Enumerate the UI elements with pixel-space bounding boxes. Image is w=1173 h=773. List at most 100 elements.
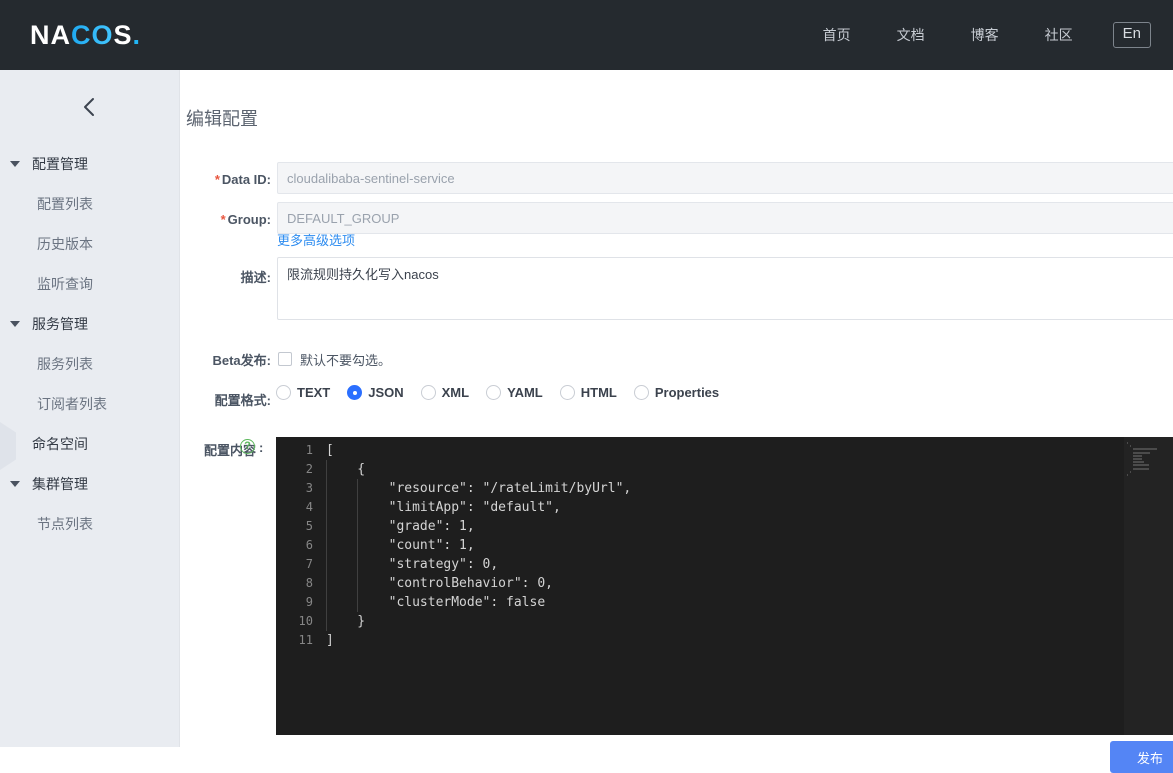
sidebar-group-label: 配置管理	[32, 156, 88, 172]
radio-label: YAML	[507, 385, 543, 400]
minimap-line	[1130, 445, 1131, 448]
radio-option-text[interactable]: TEXT	[276, 385, 330, 400]
logo-text-na: NA	[30, 19, 71, 50]
sidebar: 配置管理 配置列表 历史版本 监听查询 服务管理 服务列表 订阅者列表 命名空间…	[0, 70, 180, 747]
editor-line-number: 3	[305, 481, 313, 495]
editor-indent-guide	[357, 479, 359, 612]
data-id-input[interactable]	[277, 162, 1173, 194]
top-header: NA CO S. 首页 文档 博客 社区 En	[0, 0, 1173, 70]
nav-blog[interactable]: 博客	[971, 25, 999, 45]
radio-label: JSON	[368, 385, 404, 400]
beta-hint-text: 默认不要勾选。	[300, 353, 392, 368]
question-mark-icon[interactable]: ?	[240, 439, 255, 454]
radio-circle-icon	[559, 385, 575, 400]
minimap-line	[1127, 474, 1128, 476]
editor-line-text: "count": 1,	[326, 538, 475, 553]
editor-line-text: "controlBehavior": 0,	[326, 576, 553, 591]
logo-text-co: CO	[71, 19, 114, 50]
minimap-line	[1133, 461, 1144, 464]
sidebar-group-label: 服务管理	[32, 316, 88, 332]
data-id-label: * Data ID:	[214, 172, 271, 187]
editor-line-number: 11	[298, 633, 313, 647]
radio-label: Properties	[654, 385, 720, 400]
more-advanced-options-link[interactable]: 更多高级选项	[277, 230, 355, 249]
config-content-editor[interactable]: 1[2 {3 "resource": "/rateLimit/byUrl", 4 …	[276, 437, 1173, 735]
editor-line-text: "resource": "/rateLimit/byUrl",	[326, 481, 632, 496]
radio-circle-icon	[486, 385, 502, 400]
caret-down-icon	[10, 161, 20, 167]
config-content-colon: :	[259, 440, 264, 455]
sidebar-group-namespace[interactable]: 命名空间	[0, 424, 179, 464]
sidebar-group-label: 命名空间	[32, 436, 88, 452]
minimap-line	[1133, 448, 1158, 451]
minimap-line	[1133, 458, 1142, 460]
minimap-line	[1133, 451, 1151, 454]
minimap-line	[1130, 470, 1131, 473]
radio-option-html[interactable]: HTML	[559, 385, 617, 400]
sidebar-group-service-management[interactable]: 服务管理	[0, 304, 179, 344]
nav-community[interactable]: 社区	[1045, 25, 1073, 45]
editor-indent-guide	[326, 460, 327, 631]
radio-option-json[interactable]: JSON	[347, 385, 404, 400]
radio-label: XML	[441, 385, 470, 400]
language-toggle-button[interactable]: En	[1112, 22, 1151, 48]
sidebar-item-service-list[interactable]: 服务列表	[0, 344, 179, 384]
logo-dot: .	[132, 19, 142, 50]
editor-line-text: "strategy": 0,	[326, 557, 499, 572]
main-content: 编辑配置 *Data ID: *Group: 更多高级选项 描述: 限流规则持久…	[181, 70, 1173, 747]
nav-home[interactable]: 首页	[823, 25, 851, 45]
radio-option-xml[interactable]: XML	[420, 385, 470, 400]
sidebar-group-cluster-management[interactable]: 集群管理	[0, 464, 179, 504]
sidebar-item-listener-query[interactable]: 监听查询	[0, 264, 179, 304]
minimap-line	[1133, 467, 1149, 470]
radio-option-properties[interactable]: Properties	[633, 385, 720, 400]
sidebar-item-config-list[interactable]: 配置列表	[0, 184, 179, 224]
minimap-line	[1127, 442, 1128, 444]
editor-line-number: 6	[305, 538, 313, 552]
minimap-line	[1133, 464, 1150, 467]
caret-down-icon	[10, 481, 20, 487]
required-asterisk: *	[220, 212, 226, 227]
editor-line-text: }	[326, 614, 366, 629]
sidebar-item-subscriber-list[interactable]: 订阅者列表	[0, 384, 179, 424]
editor-line-number: 7	[305, 557, 313, 571]
required-asterisk: *	[214, 172, 220, 187]
sidebar-collapse-button[interactable]	[0, 70, 179, 144]
group-input[interactable]	[277, 202, 1173, 234]
caret-down-icon	[10, 321, 20, 327]
sidebar-group-label: 集群管理	[32, 476, 88, 492]
editor-line-text: "clusterMode": false	[326, 595, 546, 610]
radio-label: HTML	[580, 385, 617, 400]
editor-line-number: 2	[305, 462, 313, 476]
radio-label: TEXT	[297, 385, 331, 400]
editor-line-number: 10	[298, 614, 313, 628]
description-textarea[interactable]: 限流规则持久化写入nacos	[277, 257, 1173, 320]
editor-line-text: [	[326, 443, 334, 458]
publish-button[interactable]: 发布	[1110, 741, 1173, 773]
sidebar-group-config-management[interactable]: 配置管理	[0, 144, 179, 184]
radio-circle-icon	[420, 385, 436, 400]
header-nav: 首页 文档 博客 社区 En	[800, 22, 1173, 48]
editor-minimap[interactable]	[1124, 437, 1173, 735]
radio-circle-icon	[347, 385, 363, 400]
nav-docs[interactable]: 文档	[897, 25, 925, 45]
sidebar-item-node-list[interactable]: 节点列表	[0, 504, 179, 544]
beta-checkbox[interactable]	[278, 352, 292, 366]
editor-line-text: "limitApp": "default",	[326, 500, 561, 515]
editor-line-text: ]	[326, 633, 334, 648]
config-format-radio-group: TEXT JSON XML YAML HTML Properties	[276, 385, 736, 400]
radio-option-yaml[interactable]: YAML	[486, 385, 543, 400]
editor-line-number: 4	[305, 500, 313, 514]
beta-label: Beta发布:	[212, 353, 271, 368]
page-title: 编辑配置	[186, 109, 258, 129]
editor-line-text: "grade": 1,	[326, 519, 475, 534]
sidebar-item-history-version[interactable]: 历史版本	[0, 224, 179, 264]
radio-circle-icon	[276, 385, 291, 400]
editor-line-number: 1	[305, 443, 313, 457]
nacos-logo[interactable]: NA CO S.	[30, 20, 141, 51]
editor-line-text: {	[326, 462, 366, 477]
minimap-line	[1133, 454, 1142, 457]
chevron-left-icon	[80, 95, 100, 119]
editor-line-number: 5	[305, 519, 313, 533]
radio-circle-icon	[633, 385, 649, 400]
